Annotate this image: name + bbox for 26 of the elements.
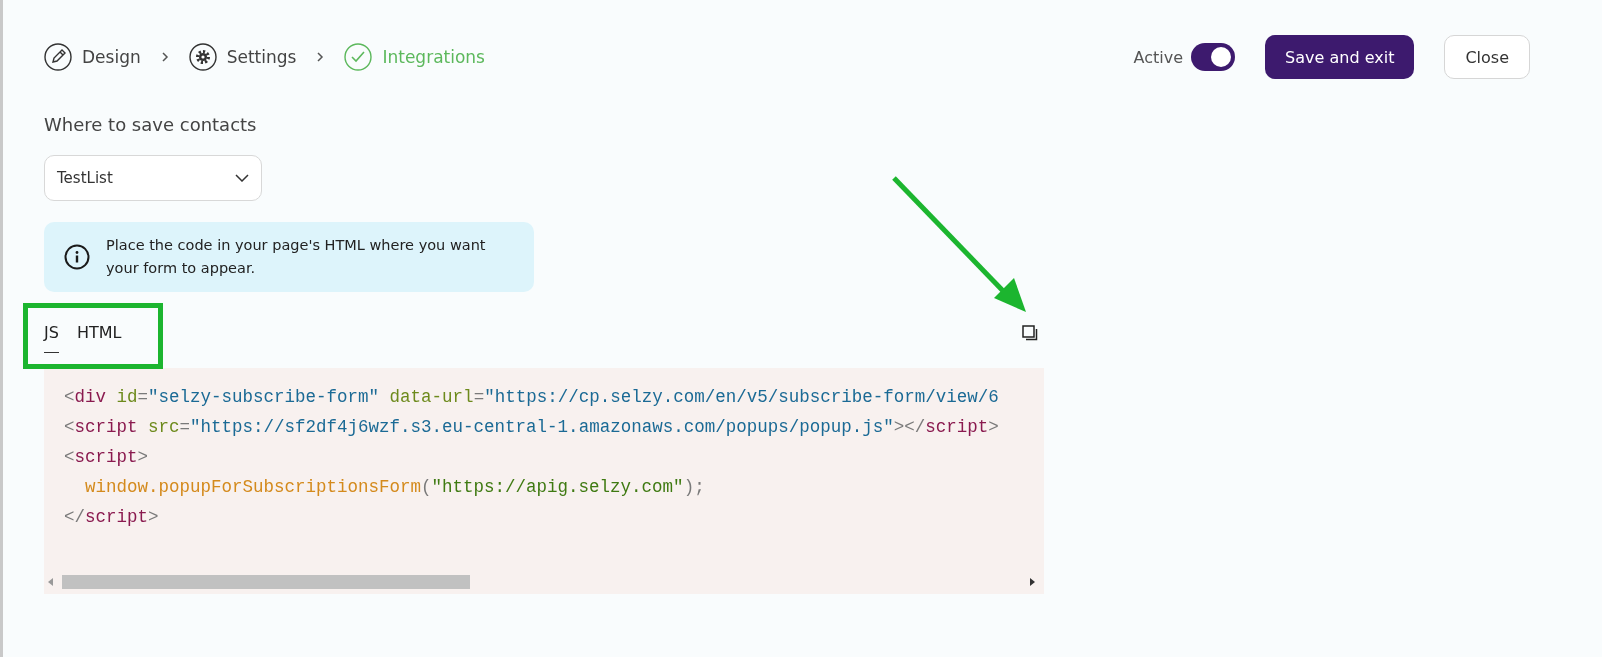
check-icon[interactable] xyxy=(344,43,373,71)
code-line: <script src="https://sf2df4j6wzf.s3.eu-central-1.amazonaws.com/popups/popup.js"></script> xyxy=(64,416,1000,440)
info-text: Place the code in your page's HTML where you want your form to appear. xyxy=(106,236,487,279)
chevron-icon xyxy=(316,51,325,63)
copy-icon[interactable] xyxy=(1022,325,1038,342)
caret-icon xyxy=(235,174,249,182)
code-line: window.popupForSubscriptionsForm("https://apig.selzy.com"); xyxy=(84,476,706,500)
step-label[interactable]: Design xyxy=(82,47,141,67)
scroll-right-icon[interactable] xyxy=(1030,578,1036,587)
toggle-label: Active xyxy=(1133,47,1184,67)
pencil-icon[interactable] xyxy=(44,43,72,71)
code-tab[interactable]: JS xyxy=(44,319,59,354)
save-button[interactable]: Save and exit xyxy=(1265,35,1415,79)
scroll-left-icon[interactable] xyxy=(48,578,54,587)
gear-icon[interactable] xyxy=(188,43,217,71)
close-button[interactable]: Close xyxy=(1444,35,1530,79)
step-label[interactable]: Settings xyxy=(226,47,297,67)
code-tab[interactable]: HTML xyxy=(76,319,122,354)
list-dropdown[interactable]: TestList xyxy=(44,155,262,201)
code-line: </script> xyxy=(64,506,160,530)
code-line: <script> xyxy=(64,446,150,470)
info-icon xyxy=(64,244,90,271)
code-line: <div id="selzy-subscribe-form" data-url="https://cp.selzy.com/en/v5/subscribe-form/view/6 xyxy=(64,386,1000,410)
section-title: Where to save contacts xyxy=(44,114,257,135)
toggle-switch[interactable] xyxy=(1191,43,1236,71)
chevron-icon xyxy=(160,51,169,63)
